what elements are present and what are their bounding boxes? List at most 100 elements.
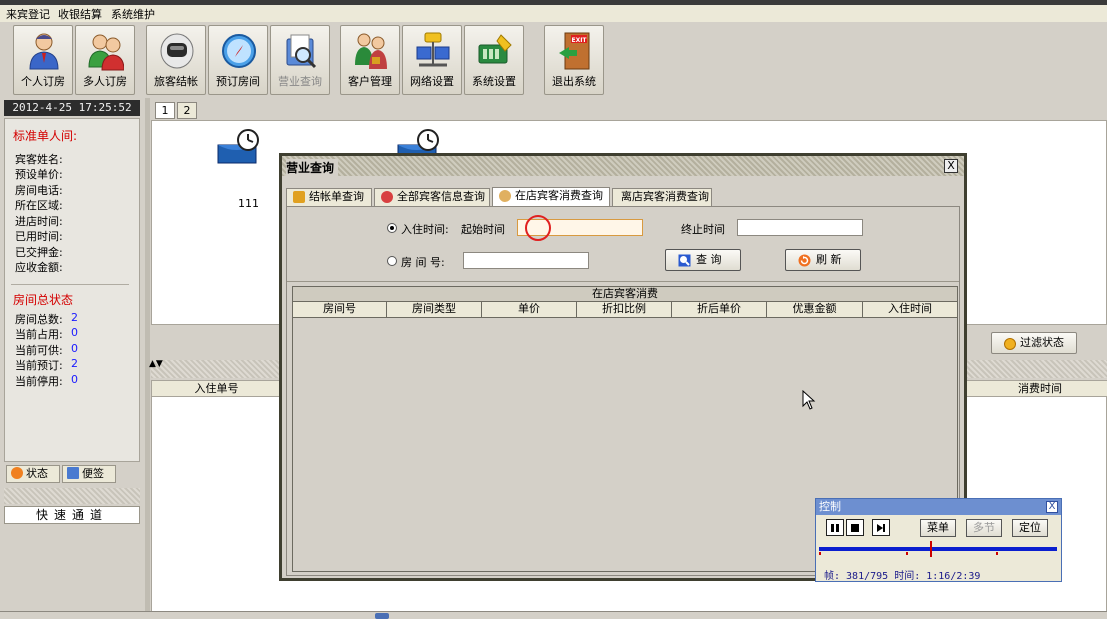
guest-icon [381, 191, 393, 203]
stop-icon [851, 524, 859, 532]
collapse-arrows-icon[interactable]: ▲▼ [149, 359, 163, 369]
customer-management-label: 客户管理 [348, 75, 392, 88]
business-query-label: 营业查询 [278, 75, 322, 88]
pause-button[interactable] [826, 519, 844, 536]
menu-system[interactable]: 系统维护 [111, 6, 155, 22]
mouse-pointer-icon [802, 390, 816, 410]
query-button[interactable]: 查 询 [665, 249, 741, 271]
tab-notes[interactable]: 便签 [62, 465, 116, 483]
field-used-time: 已用时间: [15, 230, 63, 243]
menu-button[interactable]: 菜单 [920, 519, 956, 537]
refresh-button[interactable]: 刷 新 [785, 249, 861, 271]
dialog-titlebar[interactable]: 营业查询 X [282, 156, 964, 176]
tab-in-house-query[interactable]: 在店宾客消费查询 [492, 187, 610, 207]
status-available-value: 0 [71, 342, 78, 355]
menu-guest-register[interactable]: 来宾登记 [6, 6, 50, 22]
room-number-radio[interactable] [387, 256, 397, 266]
status-total-label: 房间总数: [15, 313, 63, 326]
group-booking-label: 多人订房 [83, 75, 127, 88]
start-time-label: 起始时间 [461, 223, 505, 236]
multi-section-button[interactable]: 多节 [966, 519, 1002, 537]
grid-header-consume-time: 消费时间 [972, 381, 1107, 397]
room-tab-2[interactable]: 2 [177, 102, 197, 119]
horizontal-scrollbar[interactable] [0, 611, 1107, 619]
reserve-room-button[interactable]: 预订房间 [208, 25, 268, 95]
exit-sign-text: EXIT [571, 37, 587, 44]
toolbar: 个人订房 多人订房 旅客结帐 预订房间 营业查询 客户管理 网络设置 系统设置 … [0, 22, 1107, 98]
col-discount-amount[interactable]: 优惠金额 [767, 302, 863, 317]
progress-thumb[interactable] [930, 541, 932, 557]
status-icon [11, 467, 23, 479]
refresh-button-label: 刷 新 [816, 253, 842, 266]
status-disabled-value: 0 [71, 373, 78, 386]
col-checkin-time[interactable]: 入住时间 [863, 302, 957, 317]
progress-tick [819, 552, 821, 555]
guest-checkout-button[interactable]: 旅客结帐 [146, 25, 206, 95]
customer-management-button[interactable]: 客户管理 [340, 25, 400, 95]
dialog-close-button[interactable]: X [944, 159, 958, 173]
col-room-type[interactable]: 房间类型 [387, 302, 482, 317]
progress-tick [906, 552, 908, 555]
tab-departed-label: 离店宾客消费查询 [621, 190, 709, 203]
menu-bar: 来宾登记 收银结算 系统维护 [0, 5, 1107, 22]
frame-time-status: 帧: 381/795 时间: 1:16/2:39 [824, 571, 981, 582]
guest-checkout-label: 旅客结帐 [154, 75, 198, 88]
room-status-title: 房间总状态 [13, 293, 74, 307]
col-discount-ratio[interactable]: 折扣比例 [577, 302, 672, 317]
col-room-number[interactable]: 房间号 [293, 302, 387, 317]
filter-status-button[interactable]: 过滤状态 [991, 332, 1077, 354]
group-booking-button[interactable]: 多人订房 [75, 25, 135, 95]
business-query-button[interactable]: 营业查询 [270, 25, 330, 95]
room-number-111: 111 [238, 197, 259, 210]
next-frame-button[interactable] [872, 519, 890, 536]
single-booking-button[interactable]: 个人订房 [13, 25, 73, 95]
room-number-label: 房 间 号: [401, 256, 445, 269]
field-amount-due: 应收金额: [15, 261, 63, 274]
quick-channel-button[interactable]: 快速通道 [4, 506, 140, 524]
system-settings-button[interactable]: 系统设置 [464, 25, 524, 95]
control-close-button[interactable]: X [1046, 501, 1058, 513]
exit-door-icon: EXIT [559, 32, 590, 70]
tab-checkout-query[interactable]: 结帐单查询 [286, 188, 372, 206]
person-icon [499, 190, 511, 202]
stop-button[interactable] [846, 519, 864, 536]
field-checkin-time: 进店时间: [15, 215, 63, 228]
network-settings-button[interactable]: 网络设置 [402, 25, 462, 95]
multi-user-icon [88, 34, 124, 71]
status-occupied-value: 0 [71, 326, 78, 339]
tab-in-house-label: 在店宾客消费查询 [515, 189, 603, 202]
end-time-input[interactable] [737, 219, 863, 236]
tab-all-guests-query[interactable]: 全部宾客信息查询 [374, 188, 490, 206]
status-total-value: 2 [71, 311, 78, 324]
astronaut-icon [160, 33, 194, 69]
room-number-input[interactable] [463, 252, 589, 269]
tab-departed-query[interactable]: 离店宾客消费查询 [612, 188, 712, 206]
tab-status[interactable]: 状态 [6, 465, 60, 483]
notes-icon [67, 467, 79, 479]
menu-cashier[interactable]: 收银结算 [58, 6, 102, 22]
reserved-room-icon[interactable] [216, 129, 264, 165]
control-titlebar[interactable]: 控制 X [816, 499, 1061, 515]
exit-system-button[interactable]: EXIT 退出系统 [544, 25, 604, 95]
refresh-icon [798, 254, 811, 267]
room-type-title: 标准单人间: [13, 129, 78, 143]
status-disabled-label: 当前停用: [15, 375, 63, 388]
room-tab-1[interactable]: 1 [155, 102, 175, 119]
control-title: 控制 [819, 500, 841, 513]
filter-status-label: 过滤状态 [1020, 336, 1064, 349]
col-discounted-price[interactable]: 折后单价 [672, 302, 767, 317]
tab-status-label: 状态 [26, 467, 48, 480]
tab-checkout-label: 结帐单查询 [309, 190, 364, 203]
network-icon [416, 32, 450, 67]
field-deposit: 已交押金: [15, 246, 63, 259]
progress-tick [996, 552, 998, 555]
checkin-time-radio[interactable] [387, 223, 397, 233]
progress-track[interactable] [819, 547, 1057, 551]
scrollbar-thumb[interactable] [375, 613, 389, 619]
locate-button[interactable]: 定位 [1012, 519, 1048, 537]
table-caption: 在店宾客消费 [292, 286, 958, 302]
tab-all-guests-label: 全部宾客信息查询 [397, 190, 485, 203]
col-unit-price[interactable]: 单价 [482, 302, 577, 317]
status-available-label: 当前可供: [15, 344, 63, 357]
customers-icon [355, 33, 387, 69]
